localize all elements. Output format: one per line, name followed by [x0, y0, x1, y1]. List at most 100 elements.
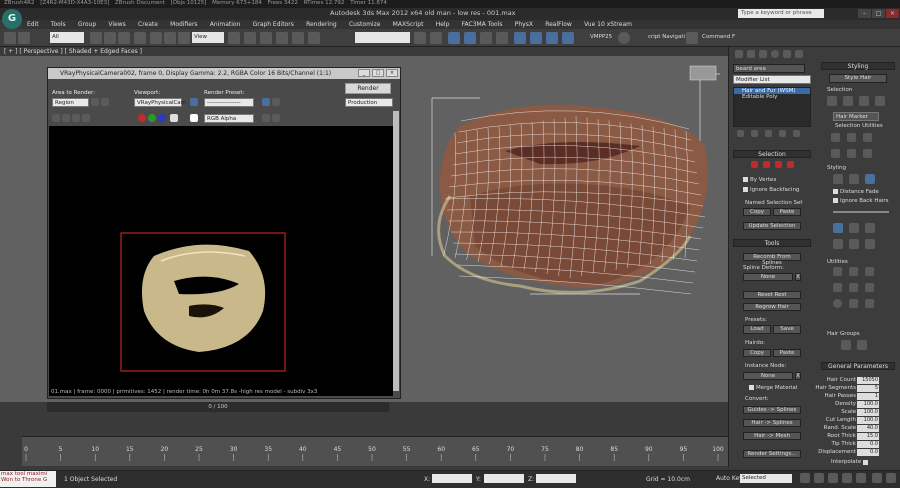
menu-item[interactable]: Tools	[51, 20, 66, 29]
app-logo-icon[interactable]: G	[2, 9, 22, 29]
hair-group-icon-2[interactable]	[857, 340, 867, 350]
param-field[interactable]: 0.0	[857, 441, 879, 448]
merge-material-checkbox[interactable]: Merge Material	[749, 385, 797, 391]
util-icon-8[interactable]	[849, 299, 858, 308]
modify-tab-icon[interactable]	[747, 50, 755, 58]
menu-item[interactable]: FAC3MA Tools	[462, 20, 503, 29]
guide-select-icon[interactable]	[751, 161, 758, 168]
util-icon-4[interactable]	[833, 283, 842, 292]
region-select-icon[interactable]	[118, 32, 130, 44]
pivot-icon[interactable]	[228, 32, 240, 44]
interpolate-checkbox[interactable]	[863, 460, 868, 465]
move-icon[interactable]	[150, 32, 162, 44]
hair-to-mesh-button[interactable]: Hair -> Mesh	[743, 432, 801, 440]
select-util-icon-3[interactable]	[863, 133, 872, 142]
percent-snap-icon[interactable]	[292, 32, 304, 44]
color-swatch-icon[interactable]	[190, 114, 198, 122]
param-field[interactable]: 100.0	[857, 401, 879, 408]
copy-hairdo-button[interactable]: Copy	[743, 349, 771, 357]
menu-item[interactable]: RealFlow	[545, 20, 572, 29]
named-selection-select[interactable]	[355, 32, 410, 43]
object-name-field[interactable]: beard area	[733, 64, 805, 73]
select-util-icon-1[interactable]	[831, 133, 840, 142]
maximize-button[interactable]: □	[872, 9, 885, 18]
maxscript-listener[interactable]: max tool maximi Won to Throne G	[0, 471, 56, 487]
menu-item[interactable]: Customize	[349, 20, 381, 29]
hair-select-icon-4[interactable]	[875, 96, 885, 106]
display-toggle-icon[interactable]	[262, 114, 270, 122]
goto-start-icon[interactable]	[800, 473, 810, 483]
element-select-icon[interactable]	[787, 161, 794, 168]
hair-group-icon-1[interactable]	[841, 340, 851, 350]
display-tab-icon[interactable]	[783, 50, 791, 58]
clump-icon[interactable]	[833, 239, 843, 249]
viewcube-icon[interactable]	[689, 65, 717, 81]
face-select-icon[interactable]	[763, 161, 770, 168]
hair-select-icon-2[interactable]	[843, 96, 853, 106]
search-input[interactable]: Type a keyword or phrase	[738, 9, 824, 18]
select-util-icon-2[interactable]	[847, 133, 856, 142]
save-image-icon[interactable]	[52, 114, 60, 122]
vfb-scrollbar[interactable]	[393, 111, 399, 391]
show-end-result-icon[interactable]	[751, 130, 758, 137]
puff-roots-icon[interactable]	[865, 223, 875, 233]
translate-hair-icon[interactable]	[833, 223, 843, 233]
viewport-label[interactable]: [ + ] [ Perspective ] [ Shaded + Edged F…	[4, 48, 142, 55]
production-mode-select[interactable]: Production	[345, 98, 393, 107]
menu-item[interactable]: Views	[108, 20, 125, 29]
reference-coordinate-select[interactable]: View	[192, 32, 224, 43]
util-icon-9[interactable]	[865, 299, 874, 308]
red-channel-icon[interactable]	[138, 114, 146, 122]
area-lock-icon[interactable]	[101, 98, 109, 106]
window-crossing-icon[interactable]	[134, 32, 146, 44]
regrow-hair-button[interactable]: Regrow Hair	[743, 303, 801, 311]
util-icon-7[interactable]	[833, 299, 842, 308]
menu-item[interactable]: Graph Editors	[253, 20, 294, 29]
param-field[interactable]: 15050	[857, 377, 879, 384]
stack-item-editable-poly[interactable]: Editable Poly	[734, 94, 810, 100]
tools-rollout[interactable]: Tools	[733, 239, 811, 247]
pin-stack-icon[interactable]	[737, 130, 744, 137]
snap-toggle-icon[interactable]	[260, 32, 272, 44]
instance-none-button[interactable]: None	[743, 372, 793, 380]
by-vertex-checkbox[interactable]: By Vertex	[743, 177, 776, 183]
menu-item[interactable]: Modifiers	[170, 20, 197, 29]
param-field[interactable]: 15.0	[857, 433, 879, 440]
util-icon-3[interactable]	[865, 267, 874, 276]
angle-snap-icon[interactable]	[276, 32, 288, 44]
x-coord-field[interactable]	[432, 474, 472, 483]
track-bar[interactable]: 0 5 10 15 20 25 30 35 40 45 50 55 60 65 70 75 80 85 90 95 10…	[22, 436, 728, 466]
pan-icon[interactable]	[886, 473, 896, 483]
vfb-maximize-button[interactable]: □	[372, 69, 384, 77]
load-preset-button[interactable]: Load	[743, 325, 771, 334]
schematic-view-icon[interactable]	[496, 32, 508, 44]
motion-tab-icon[interactable]	[771, 50, 779, 58]
util-icon-2[interactable]	[849, 267, 858, 276]
selection-rollout[interactable]: Selection	[733, 150, 811, 158]
rotate-hair-icon[interactable]	[849, 239, 859, 249]
guides-to-splines-button[interactable]: Guides -> Splines	[743, 406, 801, 414]
scale-icon[interactable]	[178, 32, 190, 44]
ignore-backfacing-checkbox[interactable]: Ignore Backfacing	[743, 187, 799, 193]
command-icon[interactable]	[686, 32, 698, 44]
modifier-list-select[interactable]: Modifier List	[733, 75, 811, 84]
plugin-icon[interactable]	[618, 32, 630, 44]
menu-item[interactable]: Animation	[210, 20, 241, 29]
area-edit-icon[interactable]	[91, 98, 99, 106]
vfb-minimize-button[interactable]: _	[358, 69, 370, 77]
layer-manager-icon[interactable]	[448, 32, 460, 44]
vmpp-label[interactable]: VMPP25	[590, 34, 612, 40]
menu-item[interactable]: PhysX	[515, 20, 533, 29]
next-frame-icon[interactable]	[842, 473, 852, 483]
paste-hairdo-button[interactable]: Paste	[773, 349, 801, 357]
hair-brush-icon[interactable]	[833, 174, 843, 184]
param-field[interactable]: 1	[857, 393, 879, 400]
menu-item[interactable]: Group	[78, 20, 96, 29]
remove-modifier-icon[interactable]	[779, 130, 786, 137]
render-canvas[interactable]	[49, 126, 393, 389]
spline-clear-button[interactable]: X	[795, 273, 801, 281]
time-slider[interactable]: 0 / 100	[47, 402, 389, 412]
general-parameters-rollout[interactable]: General Parameters	[821, 362, 895, 370]
clone-icon[interactable]	[72, 114, 80, 122]
instance-clear-button[interactable]: X	[795, 372, 801, 380]
